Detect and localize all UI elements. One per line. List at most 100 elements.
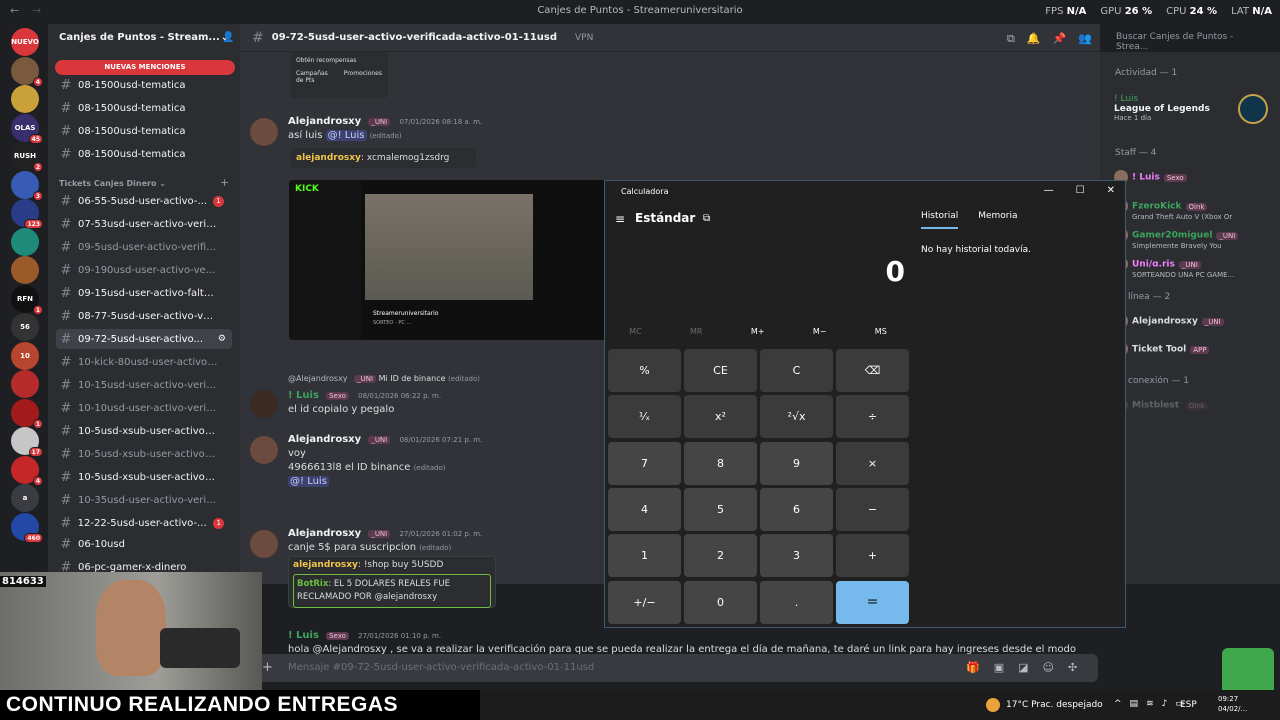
channel-item[interactable]: #08-1500usd-tematica <box>56 75 232 95</box>
member-row[interactable]: Mistblest Oink <box>1114 398 1274 412</box>
bell-icon[interactable]: 🔔 <box>1027 32 1041 46</box>
category-tickets[interactable]: Tickets Canjes Dinero ⌄ <box>59 179 166 188</box>
channel-item[interactable]: #07-53usd-user-activo-verific... <box>56 214 232 234</box>
apps-icon[interactable]: ✣ <box>1068 661 1077 674</box>
wifi-icon[interactable]: ≋ <box>1146 699 1154 709</box>
server-icon[interactable]: 123 <box>11 199 43 229</box>
add-attachment-icon[interactable]: + <box>262 660 273 675</box>
member-row[interactable]: ! Luis Sexo <box>1114 170 1274 184</box>
member-row[interactable]: Gamer20miguel _UNI Simplemente Bravely You <box>1114 228 1274 250</box>
key-negate-button[interactable]: +/− <box>608 580 681 624</box>
member-row[interactable]: Alejandrosxy _UNI <box>1114 314 1274 328</box>
add-channel-icon[interactable]: + <box>220 176 229 189</box>
key-percent-button[interactable]: % <box>608 349 681 392</box>
channel-item[interactable]: #08-77-5usd-user-activo-verifi... <box>56 306 232 326</box>
key-plus-button[interactable]: + <box>836 534 909 578</box>
server-icon[interactable]: 1 <box>11 398 43 429</box>
server-icon[interactable]: a <box>11 484 39 512</box>
user-mention[interactable]: @! Luis <box>325 130 367 141</box>
key-ce-button[interactable]: CE <box>684 349 757 392</box>
clock[interactable]: 09:27 04/02/... <box>1218 694 1247 714</box>
key-7-button[interactable]: 7 <box>608 441 681 485</box>
user-mention[interactable]: @! Luis <box>288 476 329 487</box>
avatar[interactable] <box>250 436 278 464</box>
mr-button[interactable]: MR <box>690 327 702 336</box>
reply-preview[interactable]: @Alejandrosxy _UNI Mi ID de binance (edi… <box>288 374 480 383</box>
key-1-button[interactable]: 1 <box>608 534 681 578</box>
server-icon[interactable]: RFN 1 <box>11 284 43 315</box>
channel-item[interactable]: #12-22-5usd-user-activo-v... 1 <box>56 513 232 533</box>
pin-icon[interactable]: 📌 <box>1053 32 1067 46</box>
key-divide-button[interactable]: ÷ <box>836 395 909 439</box>
member-row[interactable]: FzeroKick Oink Grand Theft Auto V (Xbox Or <box>1114 199 1274 221</box>
tab-memory[interactable]: Memoria <box>978 211 1017 229</box>
key-square-button[interactable]: x² <box>684 395 757 439</box>
tab-history[interactable]: Historial <box>921 211 959 229</box>
key-5-button[interactable]: 5 <box>684 487 757 531</box>
channel-item[interactable]: #09-5usd-user-activo-verificado <box>56 237 232 257</box>
key-6-button[interactable]: 6 <box>760 487 833 531</box>
key-multiply-button[interactable]: × <box>836 441 909 485</box>
volume-icon[interactable]: ♪ <box>1162 699 1168 709</box>
author-name[interactable]: Alejandrosxy <box>288 116 361 127</box>
language-indicator[interactable]: ESP <box>1180 700 1197 710</box>
member-row[interactable]: Uni/ɑ.ris _UNI SORTEANDO UNA PC GAME... <box>1114 257 1274 279</box>
channel-item[interactable]: #09-72-5usd-user-activo... ⚙ <box>56 329 232 349</box>
author-name[interactable]: ! Luis <box>288 390 319 401</box>
channel-item[interactable]: #10-35usd-user-activo-verific... <box>56 490 232 510</box>
chevron-up-icon[interactable]: ^ <box>1114 699 1122 709</box>
key-9-button[interactable]: 9 <box>760 441 833 485</box>
search-input[interactable]: Buscar Canjes de Puntos - Strea... <box>1110 28 1274 52</box>
threads-icon[interactable]: ⧉ <box>1007 32 1015 46</box>
hamburger-icon[interactable]: ≡ <box>615 212 625 226</box>
server-icon[interactable]: 56 <box>11 313 39 341</box>
mc-button[interactable]: MC <box>629 327 642 336</box>
new-mentions-pill[interactable]: NUEVAS MENCIONES <box>55 60 235 75</box>
channel-item[interactable]: #10-5usd-xsub-user-activo-ide... <box>56 444 232 464</box>
gift-icon[interactable]: 🎁 <box>966 661 980 674</box>
channel-item[interactable]: #09-190usd-user-activo-verifi... <box>56 260 232 280</box>
server-icon[interactable]: 460 <box>11 512 43 543</box>
emoji-icon[interactable]: ☺ <box>1043 661 1054 674</box>
channel-item[interactable]: #10-kick-80usd-user-activo-id... <box>56 352 232 372</box>
channel-item[interactable]: #10-5usd-xsub-user-activo-ve... <box>56 421 232 441</box>
author-name[interactable]: ! Luis <box>288 630 319 641</box>
server-icon[interactable] <box>11 85 39 113</box>
author-name[interactable]: Alejandrosxy <box>288 434 361 445</box>
channel-item[interactable]: #10-10usd-user-activo-verifica... <box>56 398 232 418</box>
server-icon[interactable]: RUSH 2 <box>11 142 43 172</box>
weather-text[interactable]: 17°C Prac. despejado <box>1006 700 1103 710</box>
server-icon[interactable]: 3 <box>11 170 43 201</box>
key-3-button[interactable]: 3 <box>760 534 833 578</box>
channel-item[interactable]: #06-55-5usd-user-activo-... 1 <box>56 191 232 211</box>
key-8-button[interactable]: 8 <box>684 441 757 485</box>
server-icon[interactable]: 4 <box>11 56 43 87</box>
avatar[interactable] <box>250 118 278 146</box>
keep-on-top-icon[interactable]: ⧉ <box>703 213 710 224</box>
member-row[interactable]: Ticket Tool APP <box>1114 342 1274 356</box>
stream-screenshot[interactable]: KICK Streameruniversitario SORTEO - PC .… <box>289 180 609 340</box>
server-icon[interactable]: 17 <box>11 427 43 457</box>
key-4-button[interactable]: 4 <box>608 487 681 531</box>
channel-item[interactable]: #09-15usd-user-activo-falta-ss <box>56 283 232 303</box>
gear-icon[interactable]: ⚙ <box>218 334 226 344</box>
server-header[interactable]: Canjes de Puntos - Stream... ⌄ <box>48 24 240 52</box>
channel-item[interactable]: #08-1500usd-tematica <box>56 121 232 141</box>
maximize-icon[interactable]: ☐ <box>1076 185 1085 196</box>
channel-item[interactable]: #06-10usd <box>56 534 232 554</box>
key-minus-button[interactable]: − <box>836 487 909 531</box>
key-sqrt-button[interactable]: ²√x <box>760 395 833 439</box>
server-icon[interactable]: 4 <box>11 455 43 486</box>
ms-button[interactable]: MS <box>875 327 887 336</box>
sticker-icon[interactable]: ◪ <box>1018 661 1028 674</box>
server-icon[interactable]: OLAS 45 <box>11 113 43 144</box>
add-user-icon[interactable]: 👤 <box>222 32 234 43</box>
server-icon[interactable] <box>11 370 39 398</box>
members-icon[interactable]: 👥 <box>1078 32 1092 46</box>
server-icon[interactable]: 10 <box>11 341 39 370</box>
minimize-icon[interactable]: — <box>1044 185 1054 196</box>
avatar[interactable] <box>250 390 278 418</box>
key-0-button[interactable]: 0 <box>684 580 757 624</box>
channel-item[interactable]: #10-15usd-user-activo-verifica... <box>56 375 232 395</box>
channel-item[interactable]: #08-1500usd-tematica <box>56 144 232 164</box>
